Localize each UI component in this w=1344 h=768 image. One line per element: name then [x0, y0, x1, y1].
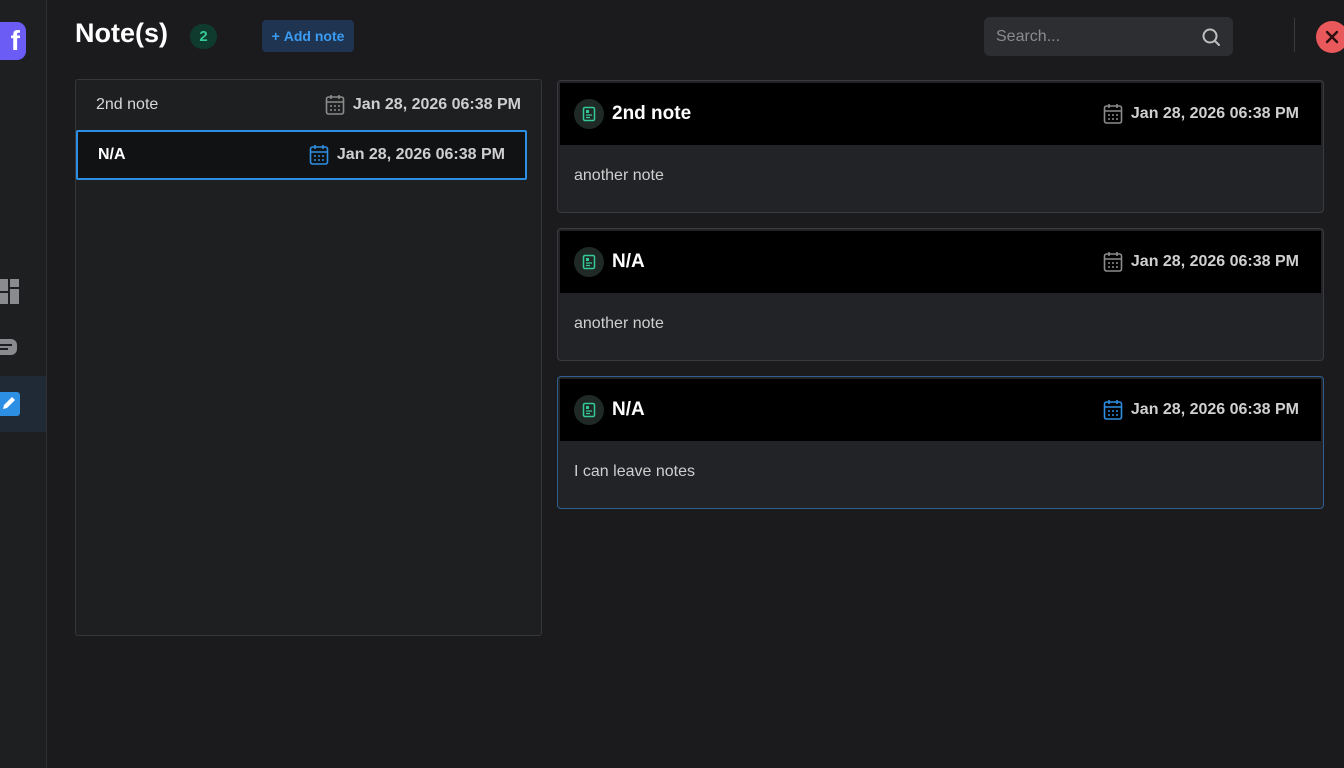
left-rail: f — [0, 0, 47, 768]
note-count-badge: 2 — [190, 24, 217, 49]
note-card[interactable]: 2nd note Jan 28, 2026 06:38 PM another n… — [557, 80, 1324, 213]
edit-icon[interactable] — [0, 392, 20, 416]
note-card-body: another note — [574, 167, 664, 184]
plus-icon: + — [271, 28, 280, 44]
note-icon-wrap — [574, 247, 604, 277]
document-icon — [582, 254, 596, 270]
note-card-title: N/A — [612, 251, 645, 272]
calendar-icon — [1103, 252, 1123, 272]
calendar-icon — [325, 95, 345, 115]
notes-list-panel: 2nd note Jan 28, 2026 06:38 PM N/A Jan 2… — [75, 79, 542, 636]
document-icon — [582, 106, 596, 122]
calendar-icon — [309, 145, 329, 165]
app-logo[interactable]: f — [0, 22, 26, 60]
search-input[interactable] — [996, 27, 1196, 46]
calendar-icon — [1103, 400, 1123, 420]
header-divider — [1294, 18, 1295, 52]
note-card-body: another note — [574, 315, 664, 332]
add-note-button[interactable]: + Add note — [262, 20, 354, 52]
note-card-header: N/A Jan 28, 2026 06:38 PM — [560, 231, 1321, 293]
note-card-header: N/A Jan 28, 2026 06:38 PM — [560, 379, 1321, 441]
note-card-date: Jan 28, 2026 06:38 PM — [1103, 103, 1299, 125]
list-item-date: Jan 28, 2026 06:38 PM — [309, 144, 505, 166]
page-title: Note(s) — [75, 18, 168, 48]
note-icon-wrap — [574, 99, 604, 129]
close-icon — [1325, 30, 1339, 44]
note-card-date: Jan 28, 2026 06:38 PM — [1103, 399, 1299, 421]
list-item-selected[interactable]: N/A Jan 28, 2026 06:38 PM — [76, 130, 527, 180]
calendar-icon — [1103, 104, 1123, 124]
list-item-title: 2nd note — [96, 96, 159, 113]
note-card-header: 2nd note Jan 28, 2026 06:38 PM — [560, 83, 1321, 145]
list-item-title: N/A — [98, 146, 126, 163]
note-card-title: N/A — [612, 399, 645, 420]
add-note-label: Add note — [283, 28, 345, 44]
note-icon-wrap — [574, 395, 604, 425]
chat-icon[interactable] — [0, 337, 18, 357]
dashboard-icon[interactable] — [0, 279, 20, 305]
note-card-body: I can leave notes — [574, 463, 695, 480]
note-card-date: Jan 28, 2026 06:38 PM — [1103, 251, 1299, 273]
note-card-selected[interactable]: N/A Jan 28, 2026 06:38 PM I can leave no… — [557, 376, 1324, 509]
note-card-title: 2nd note — [612, 103, 692, 124]
note-card[interactable]: N/A Jan 28, 2026 06:38 PM another note — [557, 228, 1324, 361]
list-item-date: Jan 28, 2026 06:38 PM — [325, 94, 521, 116]
search-box — [984, 17, 1233, 56]
list-item[interactable]: 2nd note Jan 28, 2026 06:38 PM — [76, 80, 541, 130]
document-icon — [582, 402, 596, 418]
close-button[interactable] — [1316, 21, 1344, 53]
search-icon[interactable] — [1201, 27, 1221, 47]
